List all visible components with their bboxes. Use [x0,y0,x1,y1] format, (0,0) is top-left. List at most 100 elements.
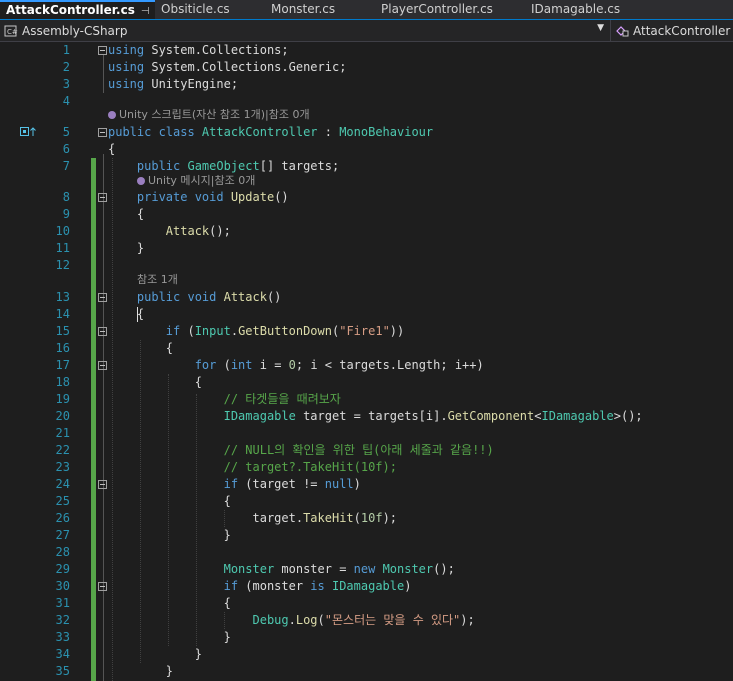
collapse-toggle-icon[interactable] [98,582,107,591]
line-number: 29 [55,562,70,576]
code-line[interactable]: 24 if (target != null) [0,476,733,493]
code-line[interactable]: 12 [0,257,733,274]
code-line[interactable]: 29 Monster monster = new Monster(); [0,561,733,578]
code-line[interactable]: 6{ [0,141,733,158]
code-token: MonoBehaviour [339,125,434,139]
implementation-marker-icon[interactable] [20,126,38,138]
code-line[interactable]: 35 } [0,663,733,680]
code-lens[interactable]: Unity 스크립트(자산 참조 1개)|참조 0개 [108,107,310,123]
code-line[interactable]: 15 if (Input.GetButtonDown("Fire1")) [0,323,733,340]
tab-label: Monster.cs [271,2,336,16]
code-line[interactable]: 25 { [0,493,733,510]
collapse-toggle-icon[interactable] [98,193,107,202]
code-text: { [108,340,173,357]
code-text: if (Input.GetButtonDown("Fire1")) [108,323,404,340]
code-token: monster = [274,562,354,576]
code-line[interactable]: 13 public void Attack() [0,289,733,306]
code-line[interactable]: 11 } [0,240,733,257]
code-token: null [324,477,354,491]
code-lens[interactable]: Unity 메시지|참조 0개 [137,173,255,189]
code-text: if (monster is IDamagable) [108,578,412,595]
code-token: new [353,562,383,576]
code-token: target. [108,511,304,525]
code-line[interactable]: 26 target.TakeHit(10f); [0,510,733,527]
code-text: if (target != null) [108,476,361,493]
code-token: Monster [108,562,275,576]
code-line[interactable]: 9 { [0,206,733,223]
tab-label: Obsiticle.cs [161,2,230,16]
code-line[interactable]: 22 // NULL의 확인을 위한 팁(아래 세줄과 같음!!) [0,442,733,459]
code-token: using [108,77,145,91]
code-line[interactable]: 28 [0,544,733,561]
line-number: 30 [55,579,70,593]
code-line[interactable]: 17 for (int i = 0; i < targets.Length; i… [0,357,733,374]
tab-strip: AttackController.cs⊣× Obsiticle.cs Monster… [0,0,733,20]
code-line[interactable]: 19 // 타겟들을 때려보자 [0,391,733,408]
line-number: 10 [55,224,70,238]
code-text: IDamagable target = targets[i].GetCompon… [108,408,643,425]
code-line[interactable]: 5 public class AttackController : MonoBeh… [0,124,733,141]
line-number: 8 [62,190,70,204]
line-number: 26 [55,511,70,525]
code-line[interactable]: 32 Debug.Log("몬스터는 맞을 수 있다"); [0,612,733,629]
tab-3[interactable]: PlayerController.cs [375,0,525,19]
code-line[interactable]: 1 using System.Collections; [0,42,733,59]
text-caret [137,307,138,322]
project-dropdown[interactable]: C# Assembly-CSharp ▼ [0,20,610,41]
tab-0[interactable]: AttackController.cs⊣× [0,0,155,19]
code-token: public [108,159,188,173]
collapse-toggle-icon[interactable] [98,293,107,302]
pin-icon[interactable]: ⊣ [141,6,150,17]
code-line[interactable]: 18 { [0,374,733,391]
code-line[interactable]: 2 using System.Collections.Generic; [0,59,733,76]
code-line[interactable]: 21 [0,425,733,442]
line-number: 15 [55,324,70,338]
code-line[interactable]: 20 IDamagable target = targets[i].GetCom… [0,408,733,425]
code-token: if [108,324,181,338]
class-dropdown[interactable]: AttackController [610,20,733,41]
collapse-toggle-icon[interactable] [98,46,107,55]
code-token: } [108,647,202,661]
class-name: AttackController [633,23,731,38]
code-text: using System.Collections.Generic; [108,59,346,76]
collapse-toggle-icon[interactable] [98,128,107,137]
code-line[interactable]: 3 using UnityEngine; [0,76,733,93]
class-icon [615,25,629,37]
code-line[interactable]: 16 { [0,340,733,357]
code-line[interactable]: 14 { [0,306,733,323]
line-number: 28 [55,545,70,559]
tab-1[interactable]: Obsiticle.cs [155,0,265,19]
code-token: { [108,207,145,221]
line-number: 14 [55,307,70,321]
code-line[interactable]: 34 } [0,646,733,663]
code-text: } [108,629,231,646]
code-line[interactable]: 31 { [0,595,733,612]
code-text: // 타겟들을 때려보자 [108,391,341,408]
tab-4[interactable]: IDamagable.cs [525,0,645,19]
code-token: UnityEngine; [144,77,239,91]
line-number: 4 [62,94,70,108]
line-number: 2 [62,60,70,74]
collapse-toggle-icon[interactable] [98,480,107,489]
code-token: "Fire1" [339,324,390,338]
code-line[interactable]: 27 } [0,527,733,544]
code-lens[interactable]: 참조 1개 [137,272,178,288]
code-editor[interactable]: 1 using System.Collections; 2 using System.… [0,42,733,681]
collapse-toggle-icon[interactable] [98,327,107,336]
code-token: [] targets; [259,159,340,173]
collapse-toggle-icon[interactable] [98,361,107,370]
code-line[interactable]: 30 if (monster is IDamagable) [0,578,733,595]
code-line[interactable]: 33 } [0,629,733,646]
code-token: IDamagable [331,579,405,593]
code-line[interactable]: 23 // target?.TakeHit(10f); [0,459,733,476]
code-line[interactable]: 7 public GameObject[] targets; [0,158,733,175]
code-token: is [310,579,332,593]
code-text: } [108,240,144,257]
code-token: : [317,125,340,139]
tab-2[interactable]: Monster.cs [265,0,375,19]
code-token: (target != [238,477,325,491]
code-token: . [230,324,239,338]
code-line[interactable]: 10 Attack(); [0,223,733,240]
code-line[interactable]: 8 private void Update() [0,189,733,206]
line-number: 20 [55,409,70,423]
